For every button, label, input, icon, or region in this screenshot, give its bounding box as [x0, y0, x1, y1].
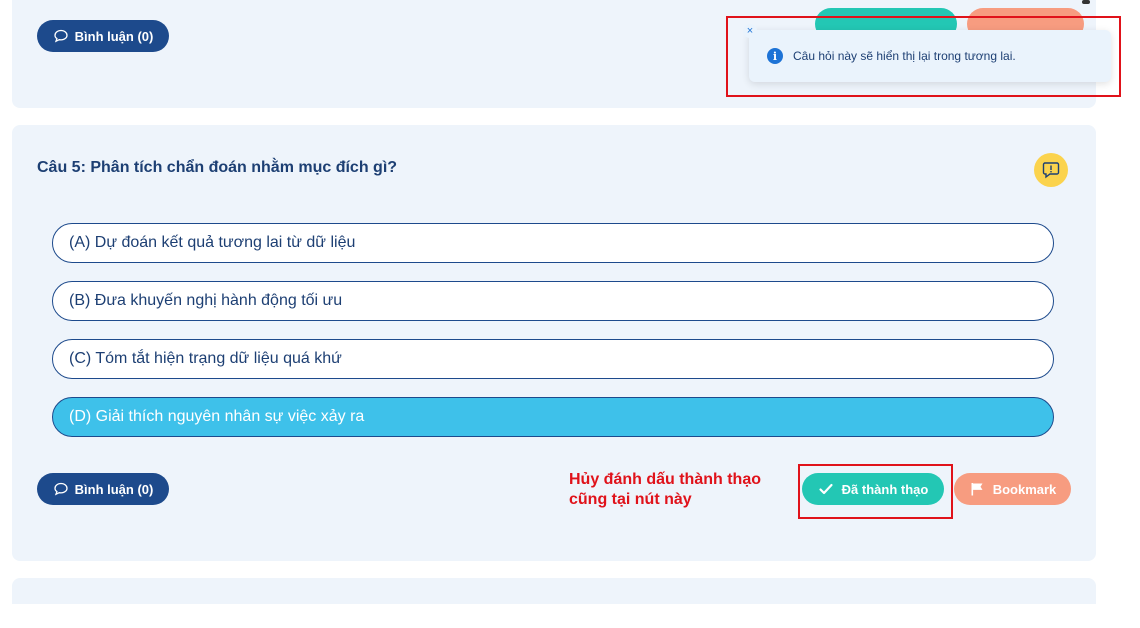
flag-icon — [971, 483, 983, 496]
comment-button[interactable]: Bình luận (0) — [37, 473, 169, 505]
option-d-selected[interactable]: (D) Giải thích nguyên nhân sự việc xảy r… — [52, 397, 1054, 437]
comment-label: Bình luận (0) — [74, 481, 154, 497]
annotation-line-2: cũng tại nút này — [569, 491, 692, 508]
question-title: Câu 5: Phân tích chẩn đoán nhằm mục đích… — [37, 159, 398, 176]
annotation-text: Hủy đánh dấu thành thạo cũng tại nút này — [569, 470, 761, 510]
comment-icon — [53, 482, 68, 496]
bookmark-button[interactable]: Bookmark — [954, 473, 1071, 505]
option-a[interactable]: (A) Dự đoán kết quả tương lai từ dữ liệu — [52, 223, 1054, 263]
report-button[interactable] — [1034, 153, 1068, 187]
option-c[interactable]: (C) Tóm tắt hiện trạng dữ liệu quá khứ — [52, 339, 1054, 379]
option-b[interactable]: (B) Đưa khuyến nghị hành động tối ưu — [52, 281, 1054, 321]
comment-label: Bình luận (0) — [74, 28, 154, 44]
comment-icon — [53, 29, 68, 43]
annotation-box-toast — [726, 16, 1121, 97]
report-icon — [1042, 162, 1060, 179]
next-question-card — [12, 578, 1096, 604]
bookmark-label: Bookmark — [992, 481, 1057, 497]
annotation-line-1: Hủy đánh dấu thành thạo — [569, 471, 761, 488]
toast-shadow-edge — [1082, 0, 1090, 4]
annotation-box-mastered — [798, 464, 953, 519]
comment-button[interactable]: Bình luận (0) — [37, 20, 169, 52]
